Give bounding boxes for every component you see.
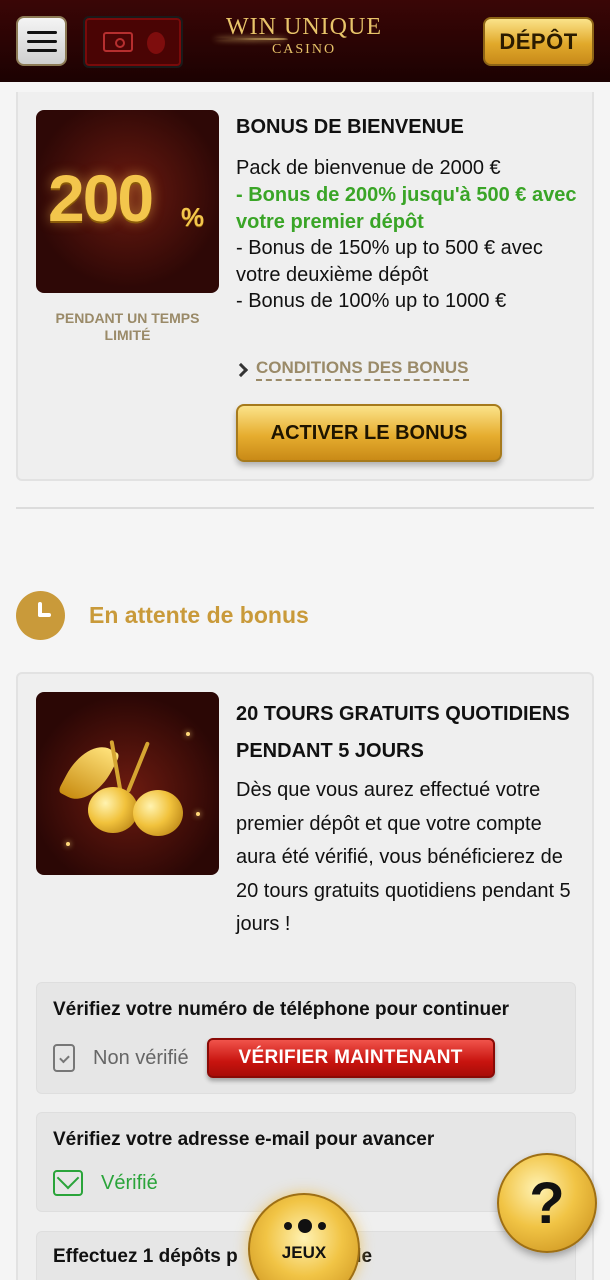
ticket-icon <box>103 32 133 52</box>
welcome-bonus-card: 200 % PENDANT UN TEMPS LIMITÉ BONUS DE B… <box>16 92 594 481</box>
time-limit-label: PENDANT UN TEMPS LIMITÉ <box>55 310 200 343</box>
pending-bonus-label: En attente de bonus <box>89 602 309 628</box>
free-spins-title: 20 TOURS GRATUITS QUOTIDIENS PENDANT 5 J… <box>236 703 570 762</box>
deposit-button[interactable]: DÉPÔT <box>483 17 594 66</box>
phone-check-icon <box>53 1044 75 1072</box>
bonus-line-4: - Bonus de 100% up to 1000 € <box>236 290 507 312</box>
help-button[interactable]: ? <box>497 1153 597 1253</box>
free-spins-description: Dès que vous aurez effectué votre premie… <box>236 779 571 935</box>
phone-verification-box: Vérifiez votre numéro de téléphone pour … <box>36 982 576 1094</box>
cherry-image <box>36 692 219 875</box>
deposit-step-title-start: Effectuez 1 dépôts p <box>53 1246 238 1267</box>
dot <box>318 1222 326 1230</box>
notification-dot <box>147 32 165 54</box>
logo-subtitle: CASINO <box>271 42 337 57</box>
bonus-conditions-link[interactable]: CONDITIONS DES BONUS <box>233 358 469 381</box>
bonus-image-percent: % <box>181 202 205 232</box>
phone-status-row: Non vérifié VÉRIFIER MAINTENANT <box>53 1038 495 1078</box>
sparkle <box>186 732 190 736</box>
casino-logo[interactable]: WIN UNIQUE CASINO <box>214 12 394 70</box>
hamburger-icon-bar <box>26 39 57 43</box>
menu-button[interactable] <box>16 16 67 66</box>
bonus-title: BONUS DE BIENVENUE <box>236 116 464 138</box>
email-status-row: Vérifié <box>53 1170 158 1196</box>
section-divider <box>16 507 594 509</box>
dots-icon <box>284 1219 326 1233</box>
cherry-stem <box>126 741 150 793</box>
envelope-open-icon <box>53 1170 83 1196</box>
dot <box>298 1219 312 1233</box>
sparkle <box>196 812 200 816</box>
phone-step-title: Vérifiez votre numéro de téléphone pour … <box>53 999 510 1020</box>
cherry <box>88 787 138 833</box>
bonus-line-3: - Bonus de 150% up to 500 € avec votre d… <box>236 237 543 286</box>
pending-bonus-heading: En attente de bonus <box>16 591 309 640</box>
ticket-button[interactable] <box>83 16 183 68</box>
chevron-right-icon <box>233 362 249 377</box>
bonus-200-image: 200 % <box>36 110 219 293</box>
bonus-line-2: - Bonus de 200% jusqu'à 500 € avec votre… <box>236 184 577 233</box>
cherry <box>133 790 183 836</box>
top-header: WIN UNIQUE CASINO DÉPÔT <box>0 0 610 82</box>
logo-spark <box>214 38 288 40</box>
hamburger-icon-bar <box>26 30 57 34</box>
dot <box>284 1222 292 1230</box>
bonus-image-number: 200 <box>48 161 154 235</box>
games-label: JEUX <box>281 1243 327 1262</box>
hamburger-icon-bar <box>26 48 57 52</box>
email-step-title: Vérifiez votre adresse e-mail pour avanc… <box>53 1129 435 1150</box>
sparkle <box>66 842 70 846</box>
conditions-label: CONDITIONS DES BONUS <box>256 358 469 381</box>
clock-icon <box>16 591 65 640</box>
bonus-line-1: Pack de bienvenue de 2000 € <box>236 157 501 179</box>
activate-bonus-button[interactable]: ACTIVER LE BONUS <box>236 404 502 462</box>
phone-status: Non vérifié <box>93 1046 189 1069</box>
verify-now-button[interactable]: VÉRIFIER MAINTENANT <box>206 1038 495 1078</box>
email-status: Vérifié <box>101 1171 158 1194</box>
